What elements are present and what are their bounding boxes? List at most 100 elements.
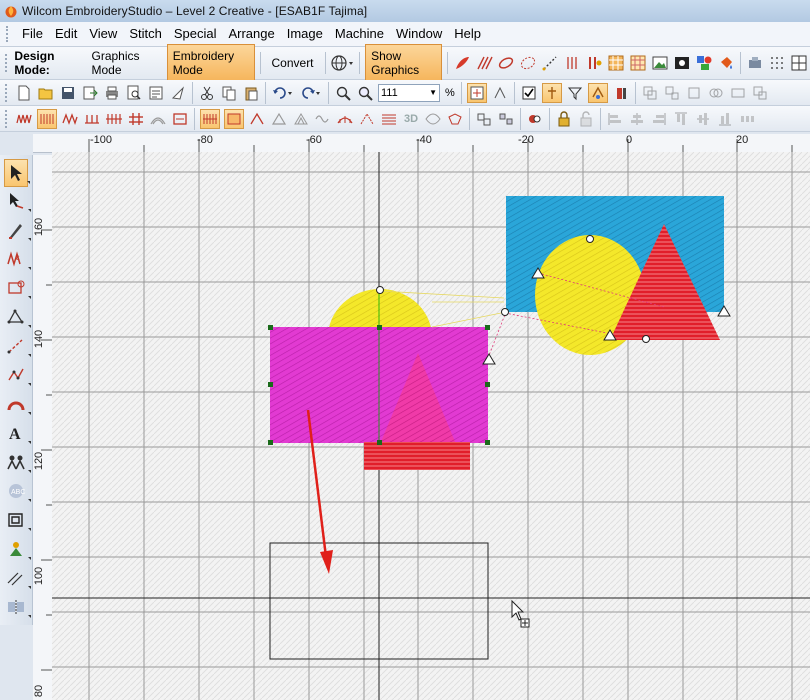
reshape-tool[interactable]	[4, 188, 31, 214]
3d-icon[interactable]: 3D	[402, 110, 420, 128]
paste-icon[interactable]	[242, 84, 260, 102]
leaf-satin-icon[interactable]	[497, 54, 515, 72]
trace-icon[interactable]	[587, 82, 608, 103]
distribute-icon[interactable]	[738, 110, 756, 128]
paint-bucket-icon[interactable]	[717, 54, 735, 72]
wave-stitch-icon[interactable]	[314, 110, 332, 128]
open-folder-icon[interactable]	[37, 84, 55, 102]
fit-to-hoop-icon[interactable]	[466, 82, 487, 103]
toolbar-grip[interactable]	[5, 54, 9, 72]
unlock-icon[interactable]	[577, 110, 595, 128]
column-icon[interactable]	[563, 54, 581, 72]
design-drawing[interactable]	[52, 152, 810, 700]
dots-grid-icon[interactable]	[768, 54, 786, 72]
program-split-icon[interactable]	[105, 110, 123, 128]
matrix-icon[interactable]	[629, 54, 647, 72]
align-right-icon[interactable]	[650, 110, 668, 128]
reshape-icon[interactable]	[475, 110, 493, 128]
menu-window[interactable]: Window	[390, 22, 448, 46]
menu-arrange[interactable]: Arrange	[222, 22, 280, 46]
undo-icon[interactable]	[271, 84, 295, 102]
team-names-tool[interactable]	[4, 449, 31, 475]
sequin-run-icon[interactable]	[358, 110, 376, 128]
funnel-icon[interactable]	[566, 84, 584, 102]
break-apart-icon[interactable]	[526, 110, 544, 128]
menu-grip[interactable]	[6, 26, 12, 42]
transform-icon[interactable]	[497, 110, 515, 128]
embroidery-mode-button[interactable]: Embroidery Mode	[166, 44, 255, 82]
satin-icon[interactable]	[15, 110, 33, 128]
menu-view[interactable]: View	[83, 22, 123, 46]
pen-tool[interactable]	[4, 217, 31, 243]
zoom-icon[interactable]	[356, 84, 374, 102]
select-arrow-tool[interactable]	[4, 159, 30, 187]
group-icon[interactable]	[641, 84, 659, 102]
print-icon[interactable]	[103, 84, 121, 102]
export-icon[interactable]	[81, 84, 99, 102]
motif-icon[interactable]	[171, 110, 189, 128]
color-shapes-icon[interactable]	[695, 54, 713, 72]
digitize-shape-tool[interactable]	[4, 304, 31, 330]
zoom-box-icon[interactable]	[334, 84, 352, 102]
print-preview-icon[interactable]	[125, 84, 143, 102]
needle-icon[interactable]	[541, 82, 562, 103]
trim-icon[interactable]	[729, 84, 747, 102]
e-stitch-icon[interactable]	[83, 110, 101, 128]
show-graphics-button[interactable]: Show Graphics	[365, 44, 443, 82]
redo-icon[interactable]	[299, 84, 323, 102]
picture-icon[interactable]	[651, 54, 669, 72]
column-arc-tool[interactable]	[4, 391, 31, 417]
new-file-icon[interactable]	[15, 84, 33, 102]
menu-edit[interactable]: Edit	[49, 22, 83, 46]
offset-outline-tool[interactable]	[4, 507, 31, 533]
trapunto-icon[interactable]	[446, 110, 464, 128]
menu-special[interactable]: Special	[168, 22, 223, 46]
menu-stitch[interactable]: Stitch	[123, 22, 168, 46]
oval-outline-icon[interactable]	[519, 54, 537, 72]
align-left-icon[interactable]	[606, 110, 624, 128]
contour-icon[interactable]	[149, 110, 167, 128]
hash-stitch-icon[interactable]	[127, 110, 145, 128]
grid-pattern-icon[interactable]	[607, 54, 625, 72]
menu-machine[interactable]: Machine	[329, 22, 390, 46]
monogram-tool[interactable]: ABC	[4, 478, 31, 504]
copy-icon[interactable]	[220, 84, 238, 102]
tatami-icon[interactable]	[37, 108, 57, 129]
menu-file[interactable]: File	[16, 22, 49, 46]
lettering-tool[interactable]: A	[4, 420, 31, 446]
raised-satin-icon[interactable]	[380, 110, 398, 128]
run-line-tool[interactable]	[4, 333, 31, 359]
save-icon[interactable]	[59, 84, 77, 102]
toolbar-grip[interactable]	[5, 109, 10, 128]
flexi-split-icon[interactable]	[248, 110, 266, 128]
intersect-icon[interactable]	[751, 84, 769, 102]
cut-icon[interactable]	[198, 84, 216, 102]
lock-shape-icon[interactable]	[685, 84, 703, 102]
fill-stitch-icon[interactable]	[475, 54, 493, 72]
run-line-icon[interactable]	[541, 54, 559, 72]
design-info-icon[interactable]	[147, 84, 165, 102]
toolbar-grip[interactable]	[5, 83, 10, 102]
align-center-icon[interactable]	[628, 110, 646, 128]
thread-icon[interactable]	[612, 84, 630, 102]
appliqué-tool[interactable]	[4, 536, 31, 562]
convert-button[interactable]: Convert	[266, 51, 320, 75]
graphics-mode-button[interactable]: Graphics Mode	[86, 44, 163, 82]
ungroup-icon[interactable]	[663, 84, 681, 102]
snap-icon[interactable]	[491, 84, 509, 102]
zigzag-icon[interactable]	[61, 110, 79, 128]
send-machine-icon[interactable]	[169, 84, 187, 102]
triangle-fill-icon[interactable]	[292, 110, 310, 128]
fancy-fill-icon[interactable]	[224, 108, 244, 129]
dropdown-arrow-icon[interactable]: ▼	[429, 88, 437, 97]
sequin-icon[interactable]	[585, 54, 603, 72]
feather-icon[interactable]	[453, 54, 471, 72]
align-bottom-icon[interactable]	[716, 110, 734, 128]
menu-image[interactable]: Image	[281, 22, 329, 46]
lock-icon[interactable]	[555, 110, 573, 128]
autodigitize-tool[interactable]: ε	[4, 246, 31, 272]
hatch-tool[interactable]	[4, 565, 31, 591]
hoop-tool[interactable]	[4, 275, 31, 301]
machine-icon[interactable]	[746, 54, 764, 72]
chenille-icon[interactable]	[424, 110, 442, 128]
